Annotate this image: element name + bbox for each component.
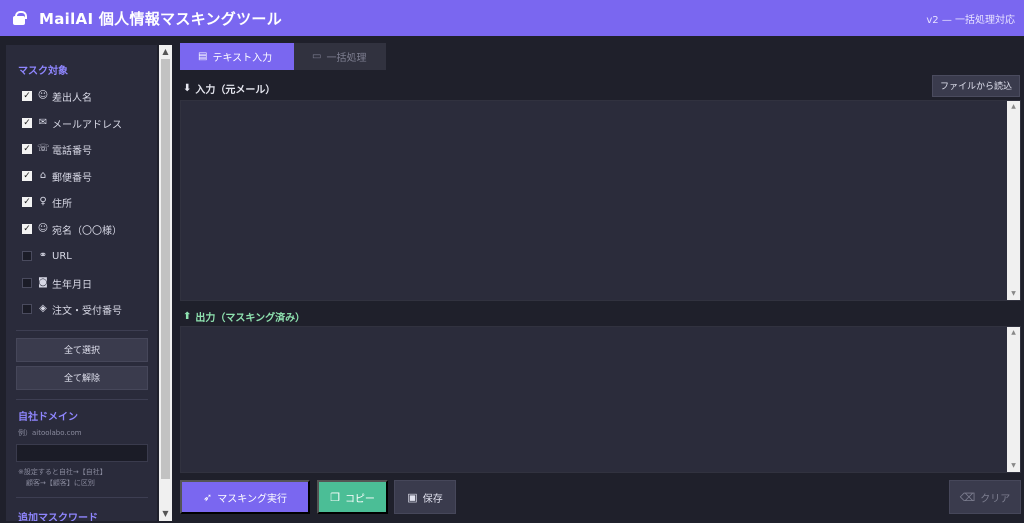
- folder-icon: ▭: [312, 51, 322, 62]
- checkbox[interactable]: ✓: [22, 197, 32, 207]
- output-textarea-box[interactable]: ▲ ▼: [180, 326, 1021, 473]
- phone-icon: ☏: [37, 143, 50, 154]
- mask-option-recipient-name[interactable]: ✓ ☺ 宛名（〇〇様）: [22, 222, 122, 237]
- divider: [16, 399, 148, 400]
- outbox-icon: ⬆: [183, 311, 192, 322]
- divider: [16, 497, 148, 498]
- post-office-icon: ⌂: [39, 170, 47, 181]
- person-icon: ☺: [37, 90, 49, 101]
- tab-batch[interactable]: ▭ 一括処理: [294, 43, 386, 70]
- link-icon: ⚭: [38, 250, 48, 261]
- tab-text-input[interactable]: ▤ テキスト入力: [180, 43, 294, 70]
- checkbox[interactable]: ✓: [22, 118, 32, 128]
- clear-all-button[interactable]: 全て解除: [16, 366, 148, 390]
- divider: [16, 330, 148, 331]
- scroll-down-icon[interactable]: ▼: [1007, 461, 1020, 471]
- checkbox[interactable]: ✓: [22, 171, 32, 181]
- input-textarea[interactable]: [181, 101, 1007, 300]
- scroll-down-icon[interactable]: ▼: [1007, 289, 1020, 299]
- load-file-button[interactable]: ファイルから読込: [932, 75, 1020, 97]
- rocket-icon: ➶: [203, 491, 213, 504]
- output-scrollbar[interactable]: ▲ ▼: [1007, 327, 1020, 472]
- mask-option-url[interactable]: ⚭ URL: [22, 249, 72, 263]
- mask-option-phone[interactable]: ✓ ☏ 電話番号: [22, 142, 92, 157]
- mask-target-title: マスク対象: [18, 66, 68, 77]
- sidebar: マスク対象 ✓ ☺ 差出人名 ✓ ✉ メールアドレス ✓ ☏ 電話番号 ✓ ⌂ …: [6, 45, 157, 521]
- checkbox[interactable]: ✓: [22, 224, 32, 234]
- input-scrollbar[interactable]: ▲ ▼: [1007, 101, 1020, 300]
- pin-icon: ♀: [39, 196, 47, 207]
- sidebar-scrollbar[interactable]: ▲ ▼: [159, 45, 172, 521]
- scroll-down-icon[interactable]: ▼: [159, 508, 172, 520]
- extra-keyword-title: 追加マスクワード: [18, 513, 98, 521]
- own-domain-title: 自社ドメイン: [18, 412, 78, 423]
- mask-option-email[interactable]: ✓ ✉ メールアドレス: [22, 116, 122, 131]
- scroll-up-icon[interactable]: ▲: [1007, 328, 1020, 338]
- app-header: MailAI 個人情報マスキングツール v2 — 一括処理対応: [0, 0, 1024, 36]
- person-icon: ☺: [37, 223, 49, 234]
- checkbox[interactable]: [22, 278, 32, 288]
- version-label: v2 — 一括処理対応: [926, 15, 1015, 26]
- inbox-icon: ⬇: [183, 83, 192, 94]
- floppy-icon: ▣: [407, 491, 418, 504]
- mask-option-postal-code[interactable]: ✓ ⌂ 郵便番号: [22, 169, 92, 184]
- copy-button[interactable]: ❐ コピー: [317, 480, 388, 514]
- trash-icon: ⌫: [959, 491, 976, 504]
- checkbox[interactable]: ✓: [22, 144, 32, 154]
- checkbox[interactable]: ✓: [22, 91, 32, 101]
- output-label: ⬆ 出力（マスキング済み）: [183, 311, 306, 324]
- tab-bar: ▤ テキスト入力 ▭ 一括処理: [180, 43, 386, 70]
- mask-option-order-number[interactable]: ◈ 注文・受付番号: [22, 302, 122, 317]
- input-label: ⬇ 入力（元メール）: [183, 83, 276, 96]
- clear-button[interactable]: ⌫ クリア: [949, 480, 1021, 514]
- domain-hint-1: ※設定すると自社→【自社】: [18, 468, 107, 476]
- cake-icon: ◙: [38, 277, 48, 288]
- checkbox[interactable]: [22, 304, 32, 314]
- domain-hint-2: 顧客→【顧客】に区別: [26, 479, 95, 487]
- mask-option-birthday[interactable]: ◙ 生年月日: [22, 276, 92, 291]
- domain-input[interactable]: [16, 444, 148, 462]
- select-all-button[interactable]: 全て選択: [16, 338, 148, 362]
- checkbox[interactable]: [22, 251, 32, 261]
- save-button[interactable]: ▣ 保存: [394, 480, 456, 514]
- scroll-up-icon[interactable]: ▲: [159, 46, 172, 58]
- mask-option-address[interactable]: ✓ ♀ 住所: [22, 195, 72, 210]
- scroll-up-icon[interactable]: ▲: [1007, 102, 1020, 112]
- scrollbar-thumb[interactable]: [161, 59, 170, 479]
- output-textarea[interactable]: [181, 327, 1007, 472]
- document-icon: ▤: [198, 51, 208, 62]
- run-masking-button[interactable]: ➶ マスキング実行: [180, 480, 310, 514]
- clipboard-icon: ❐: [330, 491, 340, 504]
- input-textarea-box[interactable]: ▲ ▼: [180, 100, 1021, 301]
- ticket-icon: ◈: [39, 303, 47, 314]
- domain-example: 例）aitoolabo.com: [18, 429, 82, 437]
- mail-icon: ✉: [38, 117, 48, 128]
- mask-option-sender-name[interactable]: ✓ ☺ 差出人名: [22, 89, 92, 104]
- lock-icon: [13, 11, 27, 25]
- app-title: MailAI 個人情報マスキングツール: [39, 9, 282, 28]
